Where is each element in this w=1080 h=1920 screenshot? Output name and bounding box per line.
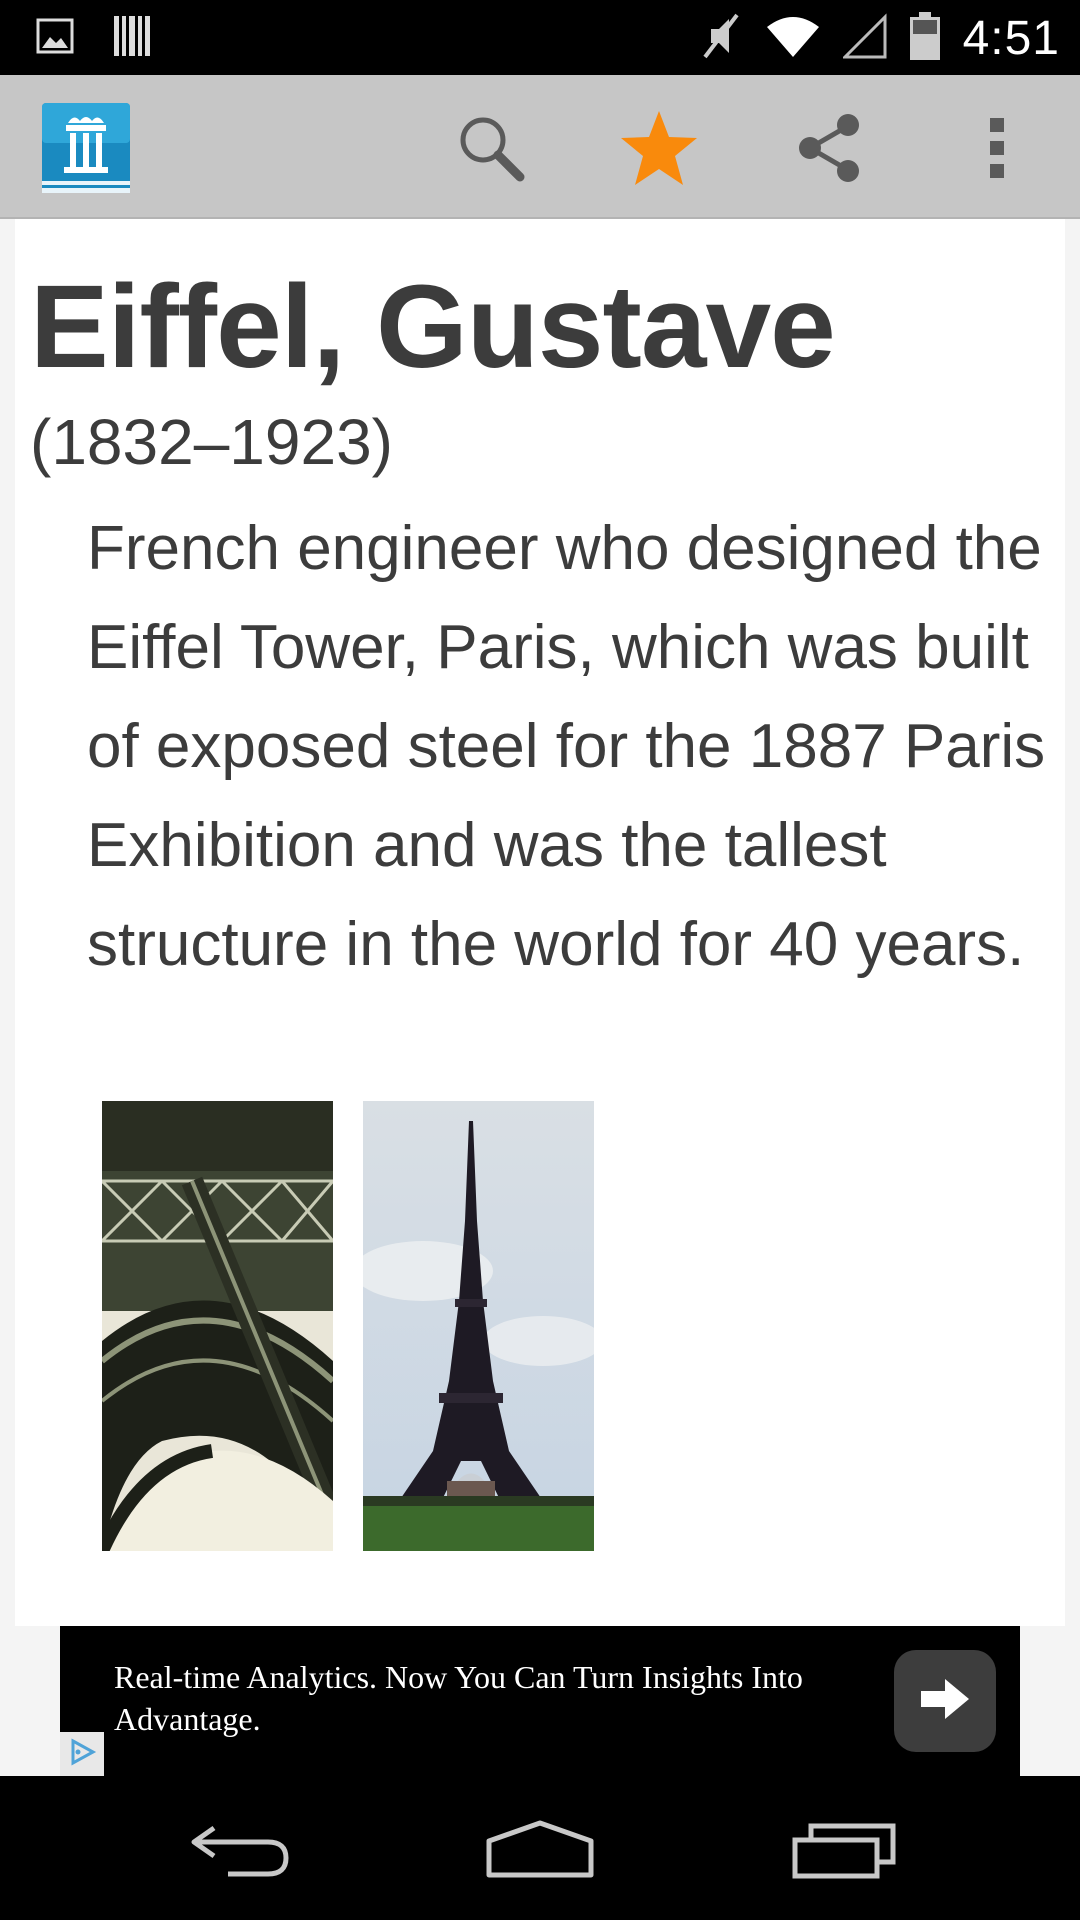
battery-icon [909, 11, 941, 66]
share-button[interactable] [784, 105, 874, 195]
back-button[interactable] [170, 1812, 310, 1892]
favorite-button[interactable] [614, 105, 704, 195]
entry-description: French engineer who designed the Eiffel … [87, 514, 1046, 979]
entry-dates: (1832–1923) [30, 406, 393, 478]
navigation-bar [0, 1776, 1080, 1920]
ad-banner[interactable]: Real-time Analytics. Now You Can Turn In… [60, 1626, 1020, 1776]
overflow-menu-button[interactable] [952, 105, 1042, 195]
search-icon [456, 113, 526, 188]
content-area: Eiffel, Gustave (1832–1923) French engin… [0, 219, 1080, 1776]
mute-icon [699, 11, 743, 66]
share-icon [794, 112, 864, 189]
status-bar: 4:51 [0, 0, 1080, 75]
entry-card: Eiffel, Gustave (1832–1923) French engin… [15, 219, 1065, 1626]
arrow-right-icon [919, 1677, 971, 1726]
adchoices-button[interactable] [60, 1732, 104, 1776]
action-bar [0, 75, 1080, 219]
tower-ironwork-detail-image[interactable] [102, 1101, 333, 1551]
clock: 4:51 [962, 11, 1060, 65]
recent-apps-icon [791, 1820, 897, 1885]
overflow-menu-icon [987, 116, 1007, 185]
ad-text[interactable]: Real-time Analytics. Now You Can Turn In… [114, 1656, 874, 1740]
search-button[interactable] [446, 105, 536, 195]
ad-open-button[interactable] [894, 1650, 996, 1752]
wifi-icon [765, 13, 821, 64]
barcode-notification-icon [112, 14, 152, 63]
image-notification-icon [36, 17, 74, 60]
cell-signal-icon [840, 12, 887, 64]
home-button[interactable] [470, 1812, 610, 1892]
star-icon [619, 109, 699, 192]
adchoices-icon [67, 1737, 97, 1772]
eiffel-tower-image[interactable] [363, 1101, 594, 1551]
recent-apps-button[interactable] [774, 1812, 914, 1892]
home-icon [485, 1819, 595, 1886]
back-icon [188, 1820, 292, 1885]
app-logo[interactable] [40, 99, 132, 195]
entry-title: Eiffel, Gustave [30, 261, 836, 393]
